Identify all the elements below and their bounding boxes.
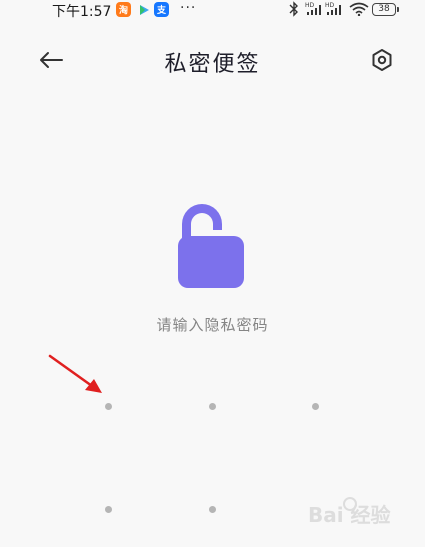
svg-text:Bai 经验: Bai 经验 (308, 503, 391, 527)
alipay-icon: 支 (154, 2, 169, 17)
svg-text:HD: HD (305, 2, 315, 9)
unlocked-padlock-icon (172, 200, 252, 292)
battery-indicator: 38 (372, 3, 399, 16)
annotation-arrow-icon (48, 354, 102, 393)
play-store-icon (136, 2, 151, 17)
lock-body (178, 236, 244, 288)
pin-dot-5[interactable] (209, 506, 216, 513)
bluetooth-icon (289, 1, 298, 17)
pin-dot-1[interactable] (105, 403, 112, 410)
more-notifications-icon: ··· (180, 0, 197, 16)
baidu-jingyan-watermark: Bai 经验 (308, 492, 408, 536)
password-prompt: 请输入隐私密码 (156, 316, 269, 334)
pin-dot-2[interactable] (209, 403, 216, 410)
pin-dot-4[interactable] (105, 506, 112, 513)
header: 私密便签 (0, 36, 425, 84)
svg-text:HD: HD (325, 2, 335, 9)
status-bar: 下午1:57 淘 支 ··· HD HD 38 (0, 0, 425, 22)
taobao-app-icon: 淘 (116, 2, 131, 17)
signal-icon-sim2: HD (325, 2, 341, 15)
page-title: 私密便签 (164, 52, 261, 77)
status-time: 下午1:57 (52, 4, 112, 20)
pin-dot-3[interactable] (312, 403, 319, 410)
wifi-icon (349, 2, 369, 16)
signal-icon-sim1: HD (305, 2, 321, 15)
settings-button[interactable] (368, 46, 396, 74)
gear-icon (372, 49, 392, 71)
